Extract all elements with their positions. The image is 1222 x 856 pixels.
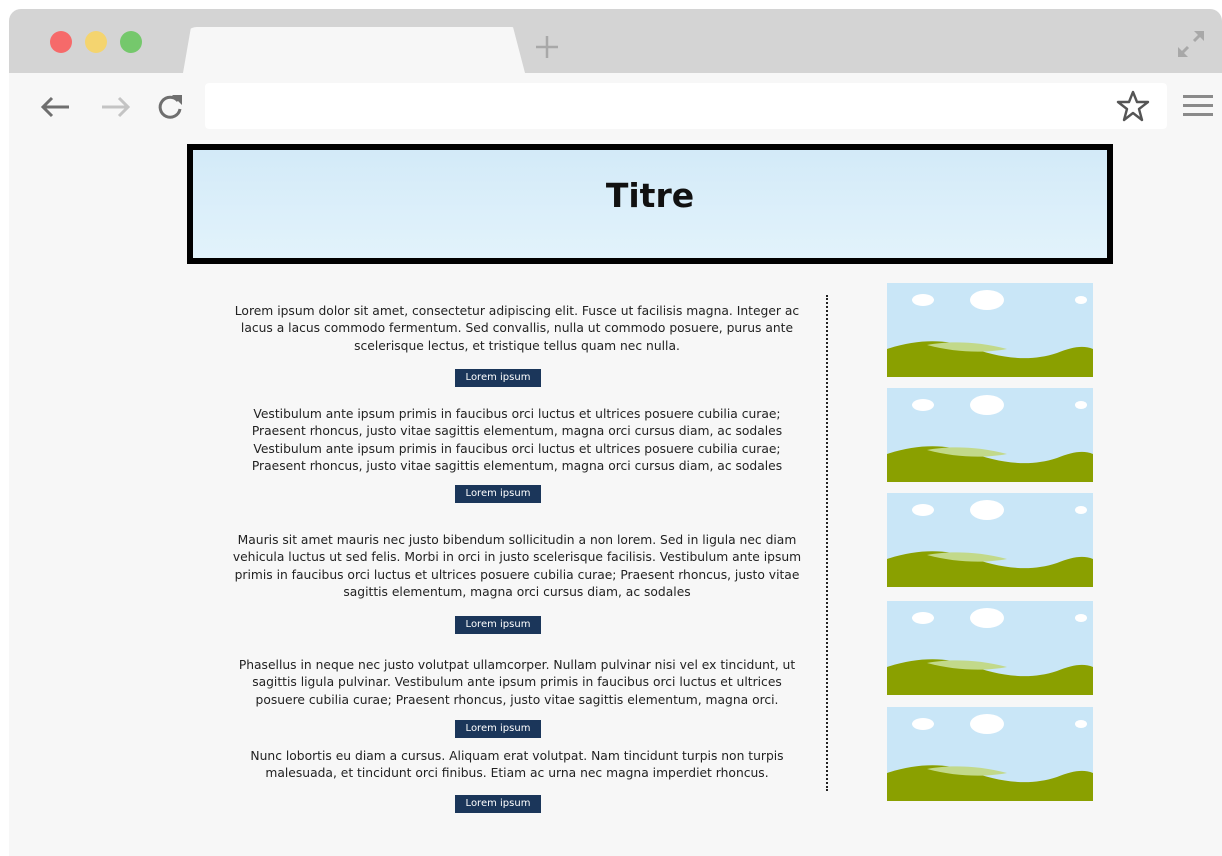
maximize-window-button[interactable] xyxy=(120,31,142,53)
star-icon[interactable] xyxy=(1116,89,1150,123)
section-paragraph: Phasellus in neque nec justo volutpat ul… xyxy=(238,658,796,707)
section-paragraph: Lorem ipsum dolor sit amet, consectetur … xyxy=(234,304,800,353)
section-paragraph: Nunc lobortis eu diam a cursus. Aliquam … xyxy=(250,749,784,781)
section-button[interactable]: Lorem ipsum xyxy=(455,720,541,738)
section-button[interactable]: Lorem ipsum xyxy=(455,616,541,634)
landscape-image xyxy=(887,707,1093,801)
browser-window: Titre Lorem ipsum dolor sit amet, consec… xyxy=(9,9,1222,856)
close-window-button[interactable] xyxy=(50,31,72,53)
section-button[interactable]: Lorem ipsum xyxy=(455,795,541,813)
section-button[interactable]: Lorem ipsum xyxy=(455,369,541,387)
section-button[interactable]: Lorem ipsum xyxy=(455,485,541,503)
page-header-banner: Titre xyxy=(187,144,1113,264)
minimize-window-button[interactable] xyxy=(85,31,107,53)
forward-arrow-icon[interactable] xyxy=(100,91,132,123)
reload-icon[interactable] xyxy=(154,91,186,123)
landscape-image xyxy=(887,601,1093,695)
back-arrow-icon[interactable] xyxy=(39,91,71,123)
hamburger-menu-icon[interactable] xyxy=(1181,91,1215,121)
address-bar[interactable] xyxy=(205,83,1167,129)
section-paragraph: Vestibulum ante ipsum primis in faucibus… xyxy=(251,407,783,474)
landscape-image xyxy=(887,388,1093,482)
section-paragraph: Mauris sit amet mauris nec justo bibendu… xyxy=(232,533,802,600)
expand-icon[interactable] xyxy=(1176,29,1206,59)
title-bar xyxy=(9,9,1222,73)
column-divider xyxy=(826,295,828,791)
browser-tab[interactable] xyxy=(183,27,525,73)
plus-icon[interactable] xyxy=(533,33,561,61)
page-title: Titre xyxy=(605,176,695,215)
landscape-image xyxy=(887,283,1093,377)
landscape-image xyxy=(887,493,1093,587)
